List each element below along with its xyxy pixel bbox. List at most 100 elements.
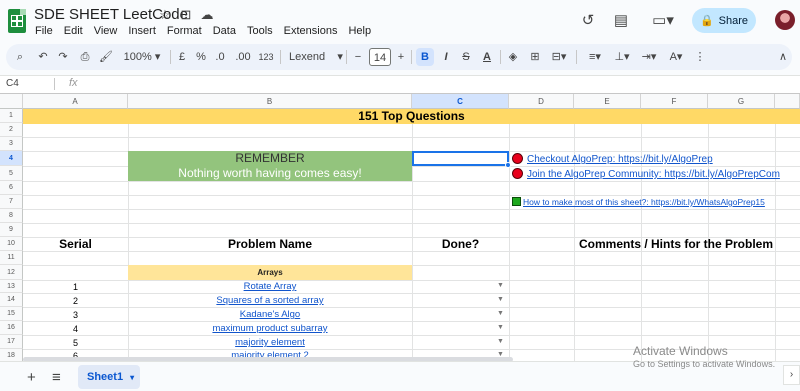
star-icon[interactable]: ☆ <box>157 7 173 23</box>
increase-decimal-button[interactable]: .00 <box>234 48 252 66</box>
serial-cell[interactable]: 2 <box>23 296 128 306</box>
horizontal-align-icon[interactable]: ≡▾ <box>584 48 606 66</box>
row-header-14[interactable]: 14 <box>0 293 23 307</box>
row-header-13[interactable]: 13 <box>0 280 23 293</box>
community-link[interactable]: Join the AlgoPrep Community: https://bit… <box>512 168 780 180</box>
percent-format-button[interactable]: % <box>195 48 207 66</box>
select-all-corner[interactable] <box>0 94 23 109</box>
row-header-12[interactable]: 12 <box>0 265 23 280</box>
all-sheets-icon[interactable]: ≡ <box>52 369 61 386</box>
row-header-9[interactable]: 9 <box>0 223 23 237</box>
serial-cell[interactable]: 3 <box>23 310 128 320</box>
vertical-align-icon[interactable]: ⊥▾ <box>611 48 633 66</box>
serial-cell[interactable]: 5 <box>23 338 128 348</box>
howto-link[interactable]: How to make most of this sheet?: https:/… <box>512 197 765 207</box>
chevron-down-icon[interactable]: ▾ <box>130 373 134 382</box>
row-header-15[interactable]: 15 <box>0 307 23 321</box>
add-sheet-icon[interactable]: + <box>27 369 36 386</box>
fill-handle[interactable] <box>505 162 511 168</box>
undo-icon[interactable]: ↶ <box>36 48 50 66</box>
problem-link[interactable]: majority element <box>128 337 412 348</box>
meet-video-icon[interactable]: ▭▾ <box>648 11 678 31</box>
row-header-17[interactable]: 17 <box>0 335 23 349</box>
spreadsheet-grid[interactable]: A B C D E F G 1 2 3 4 5 6 7 8 9 10 11 12… <box>0 94 800 361</box>
comments-header[interactable]: Comments / Hints for the Problem <box>574 237 800 252</box>
avatar[interactable] <box>775 10 795 30</box>
row-header-4[interactable]: 4 <box>0 151 23 166</box>
column-header-f[interactable]: F <box>641 94 708 109</box>
menu-extensions[interactable]: Extensions <box>283 25 339 37</box>
version-history-icon[interactable]: ↺ <box>578 11 598 31</box>
done-dropdown-arrow-icon[interactable]: ▼ <box>497 338 504 345</box>
done-header[interactable]: Done? <box>412 237 509 252</box>
row-header-16[interactable]: 16 <box>0 321 23 335</box>
cloud-status-icon[interactable]: ☁ <box>199 7 215 23</box>
font-family-select[interactable]: Lexend ▾ <box>289 48 343 66</box>
column-header-g[interactable]: G <box>708 94 775 109</box>
decrease-font-size-button[interactable]: − <box>353 48 363 66</box>
menu-file[interactable]: File <box>34 25 54 37</box>
menu-format[interactable]: Format <box>166 25 203 37</box>
done-dropdown-arrow-icon[interactable]: ▼ <box>497 324 504 331</box>
menu-tools[interactable]: Tools <box>246 25 274 37</box>
done-dropdown-arrow-icon[interactable]: ▼ <box>497 296 504 303</box>
menu-help[interactable]: Help <box>347 25 372 37</box>
problem-link[interactable]: Kadane's Algo <box>128 309 412 320</box>
row-header-6[interactable]: 6 <box>0 181 23 195</box>
zoom-select[interactable]: 100% ▾ <box>120 48 164 66</box>
algoprep-link[interactable]: Checkout AlgoPrep: https://bit.ly/AlgoPr… <box>512 153 713 165</box>
problem-link[interactable]: maximum product subarray <box>128 323 412 334</box>
problem-name-header[interactable]: Problem Name <box>128 237 412 252</box>
row-header-3[interactable]: 3 <box>0 137 23 151</box>
done-dropdown-arrow-icon[interactable]: ▼ <box>497 282 504 289</box>
fill-color-icon[interactable]: ◈ <box>506 48 520 66</box>
bold-button[interactable]: B <box>416 48 434 66</box>
row-header-10[interactable]: 10 <box>0 237 23 251</box>
row-header-11[interactable]: 11 <box>0 251 23 265</box>
paint-format-icon[interactable]: 🖌 <box>98 48 114 66</box>
print-icon[interactable]: ⎙ <box>77 48 93 66</box>
comments-icon[interactable]: ▤ <box>611 11 631 31</box>
strikethrough-button[interactable]: S <box>459 48 473 66</box>
menu-edit[interactable]: Edit <box>63 25 84 37</box>
move-folder-icon[interactable]: ⊡ <box>178 7 194 23</box>
menu-insert[interactable]: Insert <box>127 25 157 37</box>
row-header-7[interactable]: 7 <box>0 195 23 209</box>
column-header-c[interactable]: C <box>412 94 509 109</box>
currency-format-button[interactable]: £ <box>177 48 187 66</box>
serial-cell[interactable]: 1 <box>23 282 128 292</box>
column-header-e[interactable]: E <box>574 94 641 109</box>
problem-link[interactable]: Squares of a sorted array <box>128 295 412 306</box>
collapse-toolbar-icon[interactable]: ∧ <box>776 48 790 66</box>
text-color-button[interactable]: A <box>480 48 494 66</box>
remember-cell[interactable]: REMEMBER Nothing worth having comes easy… <box>128 151 412 181</box>
text-wrapping-icon[interactable]: ⇥▾ <box>638 48 660 66</box>
redo-icon[interactable]: ↷ <box>56 48 70 66</box>
section-arrays[interactable]: Arrays <box>128 265 412 280</box>
merge-cells-icon[interactable]: ⊟▾ <box>549 48 569 66</box>
text-rotation-icon[interactable]: A▾ <box>665 48 687 66</box>
row-header-18[interactable]: 18 <box>0 349 23 361</box>
column-header-a[interactable]: A <box>23 94 128 109</box>
font-size-input[interactable]: 14 <box>369 48 391 66</box>
search-menus-icon[interactable]: ⌕ <box>12 48 28 66</box>
problem-link[interactable]: Rotate Array <box>128 281 412 292</box>
more-formats-button[interactable]: 123 <box>258 48 274 66</box>
serial-header[interactable]: Serial <box>23 237 128 252</box>
row-header-8[interactable]: 8 <box>0 209 23 223</box>
title-banner-cell[interactable]: 151 Top Questions <box>23 109 800 124</box>
borders-icon[interactable]: ⊞ <box>528 48 542 66</box>
menu-view[interactable]: View <box>93 25 119 37</box>
explore-side-panel-icon[interactable]: › <box>783 365 800 385</box>
column-header-d[interactable]: D <box>509 94 574 109</box>
share-button[interactable]: 🔒 Share <box>692 8 756 33</box>
menu-data[interactable]: Data <box>212 25 237 37</box>
more-icon[interactable]: ⋮ <box>693 48 707 66</box>
name-box[interactable]: C4 <box>6 78 19 89</box>
increase-font-size-button[interactable]: + <box>396 48 406 66</box>
selected-cell-c4[interactable] <box>412 151 509 166</box>
serial-cell[interactable]: 4 <box>23 324 128 334</box>
row-header-1[interactable]: 1 <box>0 109 23 123</box>
row-header-2[interactable]: 2 <box>0 123 23 137</box>
row-header-5[interactable]: 5 <box>0 166 23 181</box>
